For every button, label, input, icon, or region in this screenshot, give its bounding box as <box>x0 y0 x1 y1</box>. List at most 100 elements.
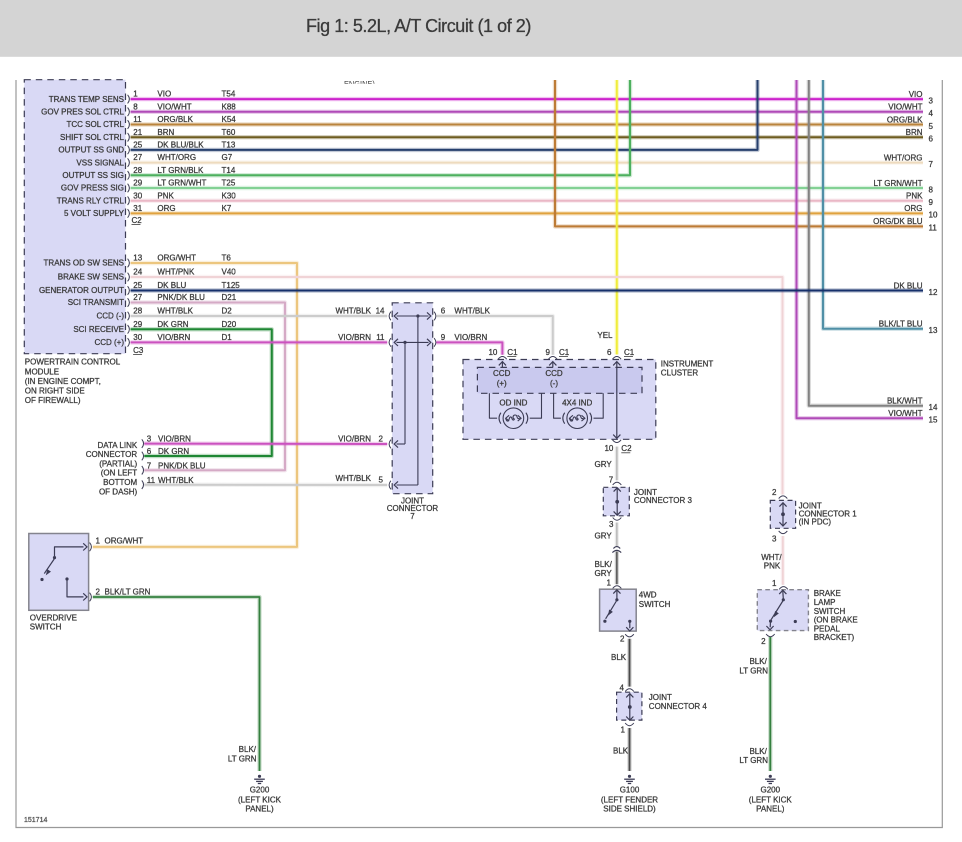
svg-text:5: 5 <box>379 476 384 485</box>
svg-text:15: 15 <box>929 416 938 425</box>
svg-text:3: 3 <box>929 96 934 105</box>
svg-text:(IN ENGINE COMPT,: (IN ENGINE COMPT, <box>25 377 101 386</box>
svg-text:SIDE SHIELD): SIDE SHIELD) <box>603 805 656 814</box>
svg-text:G100: G100 <box>620 785 640 794</box>
svg-text:INSTRUMENT: INSTRUMENT <box>661 359 714 368</box>
svg-text:10: 10 <box>488 348 497 357</box>
svg-text:BLK/: BLK/ <box>239 745 257 754</box>
svg-text:7: 7 <box>147 461 152 470</box>
svg-text:ORG/DK BLU: ORG/DK BLU <box>873 217 923 226</box>
svg-text:6: 6 <box>607 348 612 357</box>
svg-text:PNK/DK BLU: PNK/DK BLU <box>158 461 206 470</box>
svg-text:13: 13 <box>929 326 938 335</box>
svg-text:TRANS TEMP SENS: TRANS TEMP SENS <box>49 95 124 104</box>
svg-text:TCC SOL CTRL: TCC SOL CTRL <box>67 120 125 129</box>
svg-text:5 VOLT SUPPLY: 5 VOLT SUPPLY <box>64 209 125 218</box>
svg-text:CCD: CCD <box>545 369 563 378</box>
svg-text:2: 2 <box>379 435 384 444</box>
svg-text:CLUSTER: CLUSTER <box>661 369 699 378</box>
svg-text:SWITCH: SWITCH <box>30 623 62 632</box>
svg-text:7: 7 <box>929 160 934 169</box>
svg-text:1: 1 <box>621 725 626 734</box>
svg-text:7: 7 <box>609 475 614 484</box>
svg-text:PANEL): PANEL) <box>756 805 785 814</box>
svg-text:BRAKE SW SENS: BRAKE SW SENS <box>58 273 124 282</box>
svg-text:TRANS RLY CTRL: TRANS RLY CTRL <box>57 196 125 205</box>
svg-text:OF DASH): OF DASH) <box>99 487 138 496</box>
svg-text:GOV PRESS SIG: GOV PRESS SIG <box>61 184 124 193</box>
svg-text:10: 10 <box>929 211 938 220</box>
svg-text:6: 6 <box>929 135 934 144</box>
svg-text:C1: C1 <box>507 348 518 357</box>
svg-text:WHT/BLK: WHT/BLK <box>158 476 194 485</box>
svg-text:SHIFT SOL CTRL: SHIFT SOL CTRL <box>60 133 125 142</box>
svg-text:OVERDRIVE: OVERDRIVE <box>30 613 77 622</box>
svg-text:VSS SIGNAL: VSS SIGNAL <box>76 158 124 167</box>
svg-text:9: 9 <box>929 198 934 207</box>
svg-text:(-): (-) <box>550 379 558 388</box>
svg-text:11: 11 <box>376 333 385 342</box>
svg-text:PNK: PNK <box>764 562 781 571</box>
svg-text:PNK: PNK <box>906 192 923 201</box>
svg-text:WHT/ORG: WHT/ORG <box>884 153 923 162</box>
svg-text:BLK/WHT: BLK/WHT <box>887 397 923 406</box>
svg-text:OUTPUT SS SIG: OUTPUT SS SIG <box>62 171 124 180</box>
svg-text:LT GRN: LT GRN <box>228 754 257 763</box>
svg-text:ON RIGHT SIDE: ON RIGHT SIDE <box>25 387 85 396</box>
svg-text:CCD (+): CCD (+) <box>94 338 124 347</box>
svg-text:CCD: CCD <box>493 369 511 378</box>
svg-text:WHT/BLK: WHT/BLK <box>335 307 371 316</box>
svg-text:10: 10 <box>604 444 613 453</box>
svg-text:(ON BRAKE: (ON BRAKE <box>814 616 858 625</box>
svg-text:11: 11 <box>929 224 938 233</box>
svg-text:2: 2 <box>620 634 625 643</box>
svg-text:POWERTRAIN CONTROL: POWERTRAIN CONTROL <box>25 358 121 367</box>
svg-text:VIO/WHT: VIO/WHT <box>888 103 922 112</box>
svg-text:MODULE: MODULE <box>25 367 59 376</box>
svg-text:4: 4 <box>929 109 934 118</box>
svg-text:C2: C2 <box>621 444 632 453</box>
svg-text:3: 3 <box>609 520 614 529</box>
svg-text:(LEFT KICK: (LEFT KICK <box>238 795 282 804</box>
svg-text:WHT/: WHT/ <box>761 553 782 562</box>
svg-text:CONNECTOR 4: CONNECTOR 4 <box>649 702 708 711</box>
svg-text:CONNECTOR: CONNECTOR <box>86 450 138 459</box>
svg-text:WHT/BLK: WHT/BLK <box>335 474 371 483</box>
svg-text:BOTTOM: BOTTOM <box>103 478 137 487</box>
svg-text:C2: C2 <box>132 216 143 225</box>
svg-text:GRY: GRY <box>595 569 613 578</box>
svg-text:ORG/BLK: ORG/BLK <box>887 115 923 124</box>
svg-text:SCI RECEIVE: SCI RECEIVE <box>73 325 124 334</box>
svg-text:11: 11 <box>147 476 156 485</box>
svg-text:6: 6 <box>147 447 152 456</box>
svg-text:JOINT: JOINT <box>649 693 672 702</box>
svg-text:SWITCH: SWITCH <box>814 607 846 616</box>
svg-text:BRAKE: BRAKE <box>814 589 841 598</box>
svg-text:C1: C1 <box>559 348 570 357</box>
svg-text:LT GRN: LT GRN <box>739 667 768 676</box>
svg-text:3: 3 <box>772 535 777 544</box>
svg-text:VIO: VIO <box>909 90 923 99</box>
svg-text:OUTPUT SS GND: OUTPUT SS GND <box>58 146 124 155</box>
svg-text:GRY: GRY <box>595 460 613 469</box>
svg-text:G200: G200 <box>250 785 270 794</box>
svg-text:4WD: 4WD <box>639 591 657 600</box>
svg-text:PEDAL: PEDAL <box>814 624 841 633</box>
svg-text:ORG/WHT: ORG/WHT <box>105 536 144 545</box>
svg-text:(IN PDC): (IN PDC) <box>799 518 832 527</box>
svg-text:OF FIREWALL): OF FIREWALL) <box>25 396 81 405</box>
svg-text:VIO/BRN: VIO/BRN <box>158 435 191 444</box>
svg-text:12: 12 <box>929 288 938 297</box>
svg-text:LT GRN/WHT: LT GRN/WHT <box>873 179 922 188</box>
svg-text:CCD (-): CCD (-) <box>96 312 124 321</box>
svg-text:BRACKET): BRACKET) <box>814 633 855 642</box>
svg-text:BLK: BLK <box>613 746 629 755</box>
svg-text:2: 2 <box>761 637 766 646</box>
svg-text:BLK/: BLK/ <box>749 747 767 756</box>
svg-text:14: 14 <box>376 307 385 316</box>
svg-text:TRANS OD SW SENS: TRANS OD SW SENS <box>44 259 124 268</box>
svg-text:1: 1 <box>607 579 612 588</box>
svg-text:VIO/BRN: VIO/BRN <box>338 333 371 342</box>
svg-text:LT GRN: LT GRN <box>739 756 768 765</box>
svg-text:LAMP: LAMP <box>814 598 836 607</box>
